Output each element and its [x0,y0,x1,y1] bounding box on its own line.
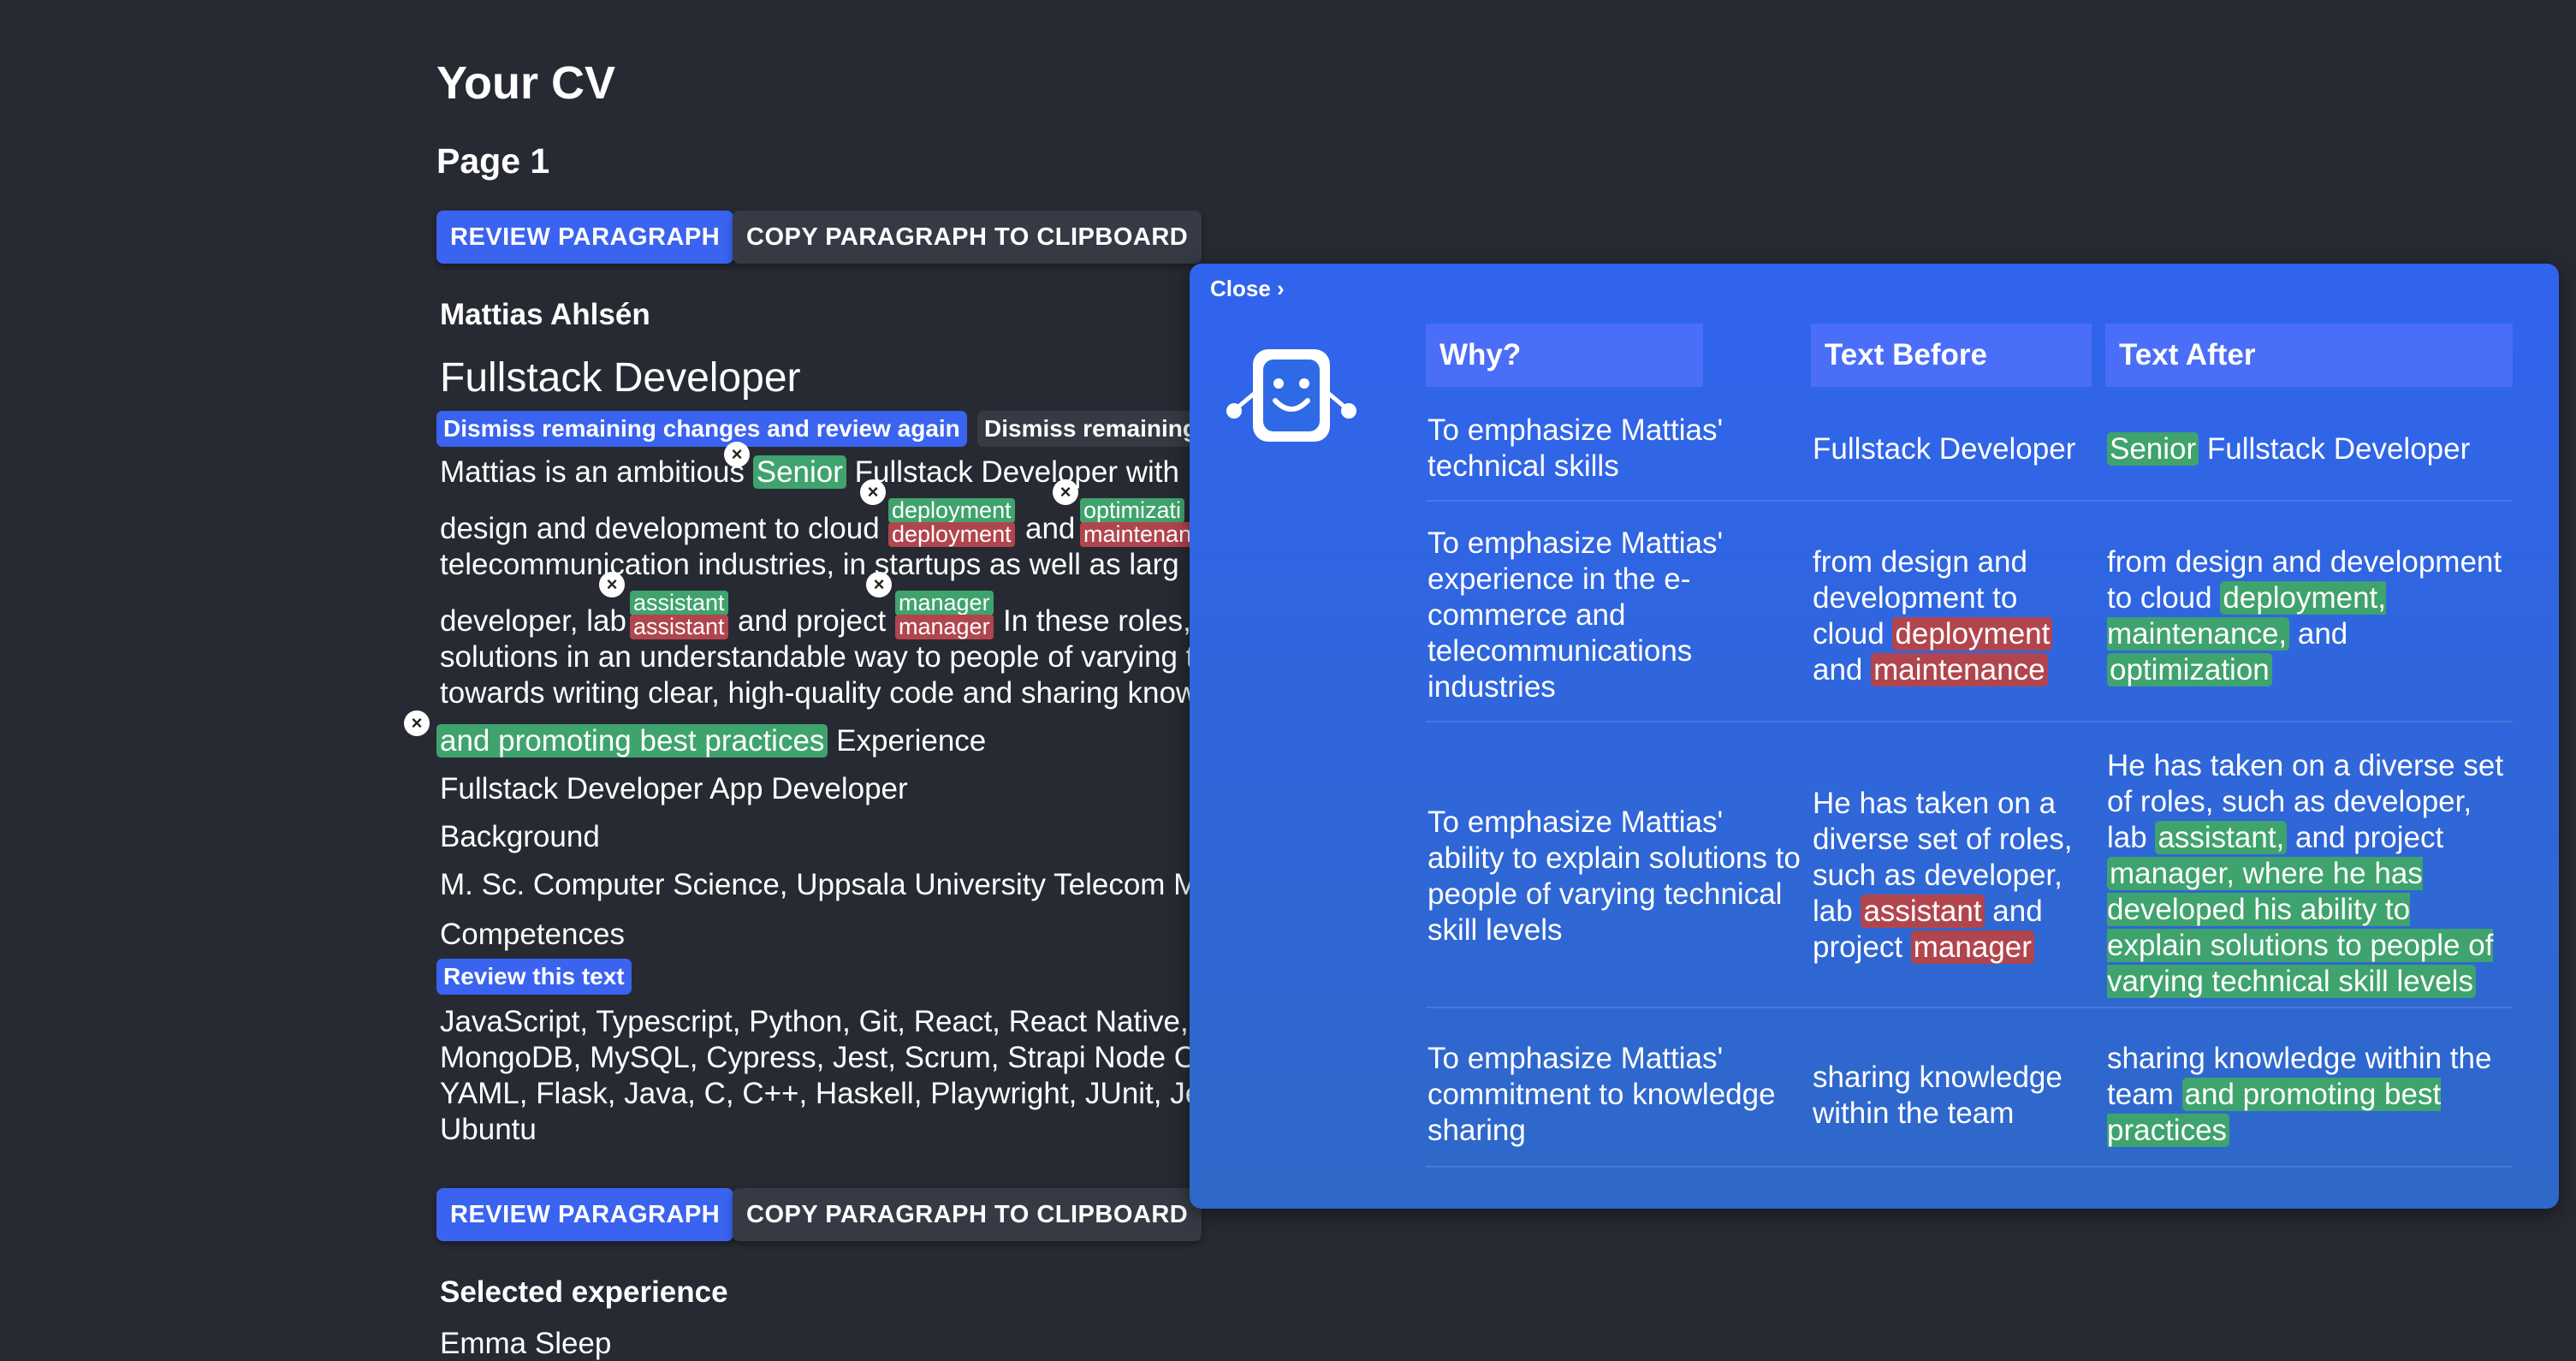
page-title: Your CV [436,57,616,109]
why-cell: To emphasize Mattias' technical skills [1427,413,1724,483]
experience-item: Emma Sleep [440,1327,612,1360]
why-cell: To emphasize Mattias' experience in the … [1427,526,1724,704]
removed-text[interactable]: manager [895,615,994,639]
cv-name: Mattias Ahlsén [440,298,650,331]
cv-line: YAML, Flask, Java, C, C++, Haskell, Play… [440,1077,1190,1110]
before-cell: from design and development to cloud dep… [1813,544,2078,688]
suggested-text[interactable]: manager [895,591,994,615]
row-divider [1426,500,2513,502]
why-cell: To emphasize Mattias' commitment to know… [1427,1042,1776,1147]
dismiss-remaining-button[interactable]: Dismiss remaining [977,411,1190,447]
removed-text[interactable]: maintenan [1080,522,1190,547]
column-header-why: Why? [1426,324,1703,387]
chevron-right-icon: › [1277,276,1285,301]
after-text: Fullstack Developer [2199,432,2471,466]
cv-text: Mattias is an ambitious [440,455,745,489]
removed-text: deployment [1892,617,2053,651]
suggested-text[interactable]: assistant [630,591,728,615]
cv-line: Background [440,820,600,853]
page-label: Page 1 [436,141,550,181]
cv-line: Ubuntu [440,1113,537,1146]
column-header-after: Text After [2105,324,2513,387]
removed-text[interactable]: deployment [888,522,1015,547]
cv-text: Fullstack Developer with [854,455,1179,489]
row-divider [1426,1166,2513,1168]
review-paragraph-button[interactable]: REVIEW PARAGRAPH [436,211,734,264]
dismiss-change-icon[interactable]: × [866,572,892,597]
suggested-text[interactable]: deployment [888,498,1015,523]
added-text: manager, where he has developed his abil… [2107,857,2494,998]
cv-text: and project [738,604,887,638]
review-panel: Close › Why? Text Before Text After To e… [1190,264,2559,1209]
review-this-text-button[interactable]: Review this text [436,959,632,995]
before-text: and [1813,653,1872,686]
cv-line: towards writing clear, high-quality code… [440,676,1190,710]
cv-text: and [1025,512,1076,545]
removed-text: maintenance [1871,653,2048,686]
after-cell: He has taken on a diverse set of roles, … [2107,748,2509,1000]
why-cell: To emphasize Mattias' ability to explain… [1427,805,1801,947]
cv-line: solutions in an understandable way to pe… [440,640,1190,674]
copy-paragraph-button[interactable]: COPY PARAGRAPH TO CLIPBOARD [733,1188,1202,1241]
robot-icon [1226,349,1356,442]
added-text: assistant, [2155,821,2288,854]
dismiss-change-icon[interactable]: × [1053,479,1078,505]
added-text[interactable]: and promoting best practices [436,724,828,758]
before-cell: sharing knowledge within the team [1813,1061,2063,1130]
dismiss-change-icon[interactable]: × [599,572,625,597]
cv-text: In these roles, [1003,604,1190,638]
cv-line: Competences [440,918,625,951]
dismiss-change-icon[interactable]: × [860,479,886,505]
cv-line: telecommunication industries, in startup… [440,548,1179,581]
after-cell: sharing knowledge within the team and pr… [2107,1041,2509,1149]
after-cell: from design and development to cloud dep… [2107,544,2509,688]
before-cell: He has taken on a diverse set of roles, … [1813,786,2095,966]
section-heading: Selected experience [440,1275,728,1309]
before-cell: Fullstack Developer [1813,432,2076,466]
cv-line: design and development to cloud [440,512,880,546]
added-text: optimization [2107,653,2272,686]
cv-text: Experience [836,724,987,758]
removed-text: manager [1910,930,2034,964]
after-cell: Senior Fullstack Developer [2107,431,2509,467]
row-divider [1426,1007,2513,1008]
cv-job-title: Fullstack Developer [440,355,801,401]
cv-line: MongoDB, MySQL, Cypress, Jest, Scrum, St… [440,1041,1190,1074]
suggested-text[interactable]: optimizati [1080,498,1185,523]
removed-text: assistant [1861,894,1985,928]
cv-line: JavaScript, Typescript, Python, Git, Rea… [440,1005,1190,1038]
review-paragraph-button[interactable]: REVIEW PARAGRAPH [436,1188,734,1241]
close-label: Close [1210,276,1271,301]
copy-paragraph-button[interactable]: COPY PARAGRAPH TO CLIPBOARD [733,211,1202,264]
added-text[interactable]: Senior [752,455,846,489]
after-text: and [2289,617,2348,651]
removed-text[interactable]: assistant [630,615,728,639]
close-button[interactable]: Close › [1210,276,1285,302]
column-header-before: Text Before [1811,324,2092,387]
cv-text: design and development to cloud [440,512,880,545]
cv-line: Fullstack Developer App Developer [440,772,908,805]
dismiss-change-icon[interactable]: × [404,710,430,736]
row-divider [1426,721,2513,722]
cv-line: and promoting best practices Experience [436,724,986,758]
dismiss-review-again-button[interactable]: Dismiss remaining changes and review aga… [436,411,967,447]
after-text: and project [2287,821,2444,854]
cv-text: developer, lab [440,604,626,638]
cv-line: M. Sc. Computer Science, Uppsala Univers… [440,868,1190,901]
added-text: Senior [2107,432,2199,466]
